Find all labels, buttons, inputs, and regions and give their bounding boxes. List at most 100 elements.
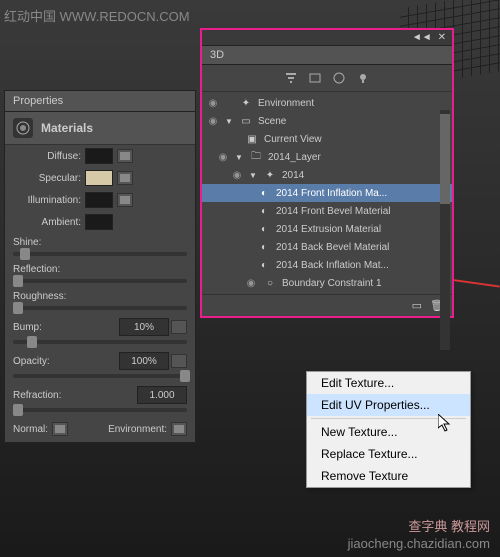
tree-label: Boundary Constraint 1 [282, 278, 448, 289]
specular-texture-button[interactable] [117, 171, 133, 185]
watermark-line2: jiaocheng.chazidian.com [348, 536, 490, 553]
normal-texture-button[interactable] [52, 422, 68, 436]
mesh-icon: ✦ [262, 168, 278, 182]
watermark-bottom: 查字典 教程网 jiaocheng.chazidian.com [348, 519, 490, 553]
shine-slider[interactable] [13, 252, 187, 256]
properties-panel: Properties Materials Diffuse: Specular: … [4, 90, 196, 443]
shine-label: Shine: [13, 237, 187, 248]
panel-close-icon[interactable]: ✕ [438, 32, 446, 43]
specular-label: Specular: [11, 173, 81, 184]
chevron-down-icon[interactable]: ▼ [248, 171, 258, 180]
opacity-texture-button[interactable] [171, 354, 187, 368]
diffuse-swatch[interactable] [85, 148, 113, 164]
3d-panel-header: ◄◄ ✕ [202, 30, 452, 46]
bump-slider[interactable] [13, 340, 187, 344]
tree-material-0[interactable]: ◐ 2014 Front Inflation Ma... [202, 184, 452, 202]
tree-label: 2014_Layer [268, 152, 448, 163]
tree-mesh[interactable]: ◉▼ ✦ 2014 [202, 166, 452, 184]
new-layer-icon[interactable]: ▭ [412, 299, 422, 312]
panel-title: Materials [41, 121, 93, 135]
properties-tab[interactable]: Properties [5, 91, 195, 112]
menu-edit-uv-properties[interactable]: Edit UV Properties... [307, 394, 470, 416]
diffuse-label: Diffuse: [11, 151, 81, 162]
menu-replace-texture[interactable]: Replace Texture... [307, 443, 470, 465]
tree-label: 2014 Front Bevel Material [276, 206, 448, 217]
tree-label: Scene [258, 116, 448, 127]
tree-environment[interactable]: ◉ ✦ Environment [202, 94, 452, 112]
filter-icon[interactable] [284, 71, 298, 85]
material-icon: ◐ [256, 240, 272, 254]
3d-panel: ◄◄ ✕ 3D ◉ ✦ Environment ◉ ▼ ▭ Scene ▣ Cur… [200, 28, 454, 318]
refraction-input[interactable] [137, 386, 187, 404]
light-icon[interactable] [356, 71, 370, 85]
tree-material-3[interactable]: ◐ 2014 Back Bevel Material [202, 238, 452, 256]
panel-collapse-icon[interactable]: ◄◄ [412, 32, 432, 43]
chevron-down-icon[interactable]: ▼ [234, 153, 244, 162]
diffuse-texture-button[interactable] [117, 149, 133, 163]
opacity-label: Opacity: [13, 356, 50, 367]
tree-boundary[interactable]: ◉ ○ Boundary Constraint 1 [202, 274, 452, 292]
3d-panel-footer: ▭ 🗑 [202, 294, 452, 316]
watermark-top: 红动中国 WWW.REDOCN.COM [4, 6, 190, 25]
environment-label: Environment: [108, 424, 167, 435]
reflection-label: Reflection: [13, 264, 187, 275]
material-icon: ◐ [256, 258, 272, 272]
ambient-label: Ambient: [11, 217, 81, 228]
normal-label: Normal: [13, 424, 48, 435]
roughness-slider[interactable] [13, 306, 187, 310]
menu-remove-texture[interactable]: Remove Texture [307, 465, 470, 487]
tree-label: 2014 Back Bevel Material [276, 242, 448, 253]
tree-material-4[interactable]: ◐ 2014 Back Inflation Mat... [202, 256, 452, 274]
eye-icon[interactable]: ◉ [230, 170, 244, 181]
constraint-icon: ○ [262, 276, 278, 290]
watermark-line1: 查字典 教程网 [348, 519, 490, 536]
reflection-slider[interactable] [13, 279, 187, 283]
material-icon: ◐ [256, 222, 272, 236]
cursor-icon [438, 414, 452, 437]
refraction-slider[interactable] [13, 408, 187, 412]
bump-texture-button[interactable] [171, 320, 187, 334]
specular-swatch[interactable] [85, 170, 113, 186]
tree-current-view[interactable]: ▣ Current View [202, 130, 452, 148]
illumination-label: Illumination: [11, 195, 81, 206]
3d-tab-label: 3D [210, 49, 224, 61]
tree-label: 2014 Back Inflation Mat... [276, 260, 448, 271]
bump-input[interactable] [119, 318, 169, 336]
illumination-swatch[interactable] [85, 192, 113, 208]
render-icon[interactable] [308, 71, 322, 85]
opacity-input[interactable] [119, 352, 169, 370]
environment-texture-button[interactable] [171, 422, 187, 436]
eye-icon[interactable]: ◉ [244, 278, 258, 289]
scrollbar-thumb[interactable] [440, 114, 450, 204]
tree-label: 2014 Front Inflation Ma... [276, 188, 448, 199]
3d-toolbar [202, 65, 452, 92]
tree-label: Environment [258, 98, 448, 109]
properties-tab-label: Properties [13, 95, 63, 107]
refraction-label: Refraction: [13, 390, 61, 401]
panel-header: Materials [5, 112, 195, 145]
eye-icon[interactable]: ◉ [216, 152, 230, 163]
folder-icon: 🗀 [248, 150, 264, 164]
scene-tree: ◉ ✦ Environment ◉ ▼ ▭ Scene ▣ Current Vie… [202, 92, 452, 294]
opacity-slider[interactable] [13, 374, 187, 378]
eye-icon[interactable]: ◉ [206, 98, 220, 109]
tree-scene[interactable]: ◉ ▼ ▭ Scene [202, 112, 452, 130]
menu-edit-texture[interactable]: Edit Texture... [307, 372, 470, 394]
roughness-label: Roughness: [13, 291, 187, 302]
camera-icon: ▣ [244, 132, 260, 146]
3d-tab[interactable]: 3D [202, 46, 452, 65]
materials-icon [13, 118, 33, 138]
scene-icon: ▭ [238, 114, 254, 128]
add-icon[interactable] [332, 71, 346, 85]
tree-label: Current View [264, 134, 448, 145]
tree-label: 2014 Extrusion Material [276, 224, 448, 235]
ambient-swatch[interactable] [85, 214, 113, 230]
illumination-texture-button[interactable] [117, 193, 133, 207]
scrollbar[interactable] [440, 110, 450, 350]
tree-layer[interactable]: ◉ ▼ 🗀 2014_Layer [202, 148, 452, 166]
tree-material-1[interactable]: ◐ 2014 Front Bevel Material [202, 202, 452, 220]
material-icon: ◐ [256, 186, 272, 200]
eye-icon[interactable]: ◉ [206, 116, 220, 127]
tree-material-2[interactable]: ◐ 2014 Extrusion Material [202, 220, 452, 238]
chevron-down-icon[interactable]: ▼ [224, 117, 234, 126]
